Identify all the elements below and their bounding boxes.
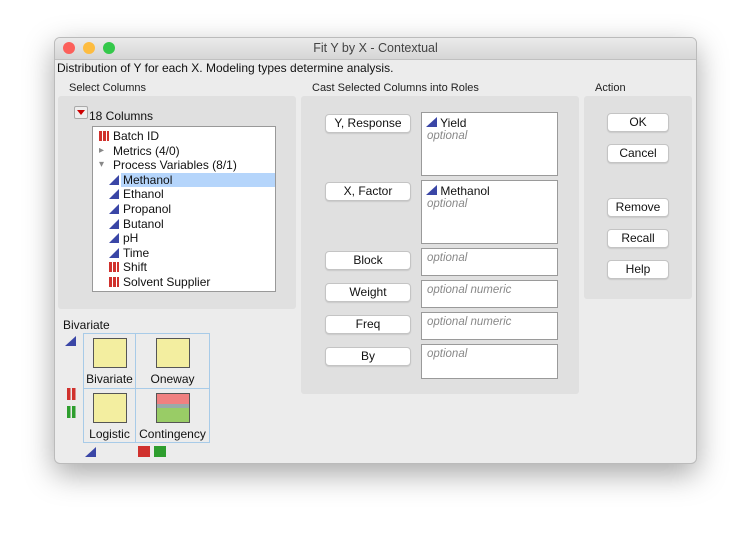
cell-label: Bivariate xyxy=(86,372,133,386)
column-label: Solvent Supplier xyxy=(123,275,211,289)
disclosure-collapsed-icon[interactable]: ▸ xyxy=(99,144,109,156)
ok-button[interactable]: OK xyxy=(607,113,669,132)
continuous-icon xyxy=(426,117,437,127)
nominal-icon xyxy=(109,277,119,287)
role-value-label: Yield xyxy=(440,116,467,130)
action-label: Action xyxy=(595,82,626,94)
recall-button[interactable]: Recall xyxy=(607,229,669,248)
continuous-y-icon xyxy=(65,336,76,346)
zoom-button[interactable] xyxy=(103,42,115,54)
continuous-icon xyxy=(109,233,119,244)
role-drop-box[interactable]: optional numeric xyxy=(421,280,558,308)
disclosure-expanded-icon[interactable]: ▾ xyxy=(99,158,109,170)
select-columns-panel: 18 Columns Batch ID ▸ Metrics (4/0) ▾ Proces… xyxy=(58,96,296,309)
bivariate-cell[interactable]: Bivariate xyxy=(84,334,135,386)
role-drop-box[interactable]: Yield optional xyxy=(421,112,558,176)
column-list-item[interactable]: Butanol xyxy=(93,217,275,231)
role-placeholder: optional numeric xyxy=(427,284,512,296)
column-list[interactable]: Batch ID ▸ Metrics (4/0) ▾ Process Variables… xyxy=(92,126,276,292)
cell-label: Contingency xyxy=(139,427,206,441)
role-placeholder: optional xyxy=(427,198,468,210)
role-drop-box[interactable]: optional numeric xyxy=(421,312,558,340)
column-list-item[interactable]: ▾ Process Variables (8/1) xyxy=(93,158,275,172)
column-label: Ethanol xyxy=(123,187,164,202)
column-label: Batch ID xyxy=(113,129,160,143)
column-list-item[interactable]: ▸ Metrics (4/0) xyxy=(93,144,275,158)
column-list-item[interactable]: pH xyxy=(93,231,275,245)
close-button[interactable] xyxy=(63,42,75,54)
column-list-item[interactable]: Time xyxy=(93,246,275,260)
cast-label: Cast Selected Columns into Roles xyxy=(312,82,479,94)
analysis-label: Bivariate xyxy=(63,318,110,332)
role-placeholder: optional xyxy=(427,130,468,142)
role-drop-box[interactable]: Methanol optional xyxy=(421,180,558,244)
role-drop-box[interactable]: optional xyxy=(421,344,558,379)
bivariate-scatter-icon xyxy=(92,338,127,368)
continuous-icon xyxy=(109,174,119,185)
cancel-button[interactable]: Cancel xyxy=(607,144,669,163)
red-triangle-icon xyxy=(77,110,85,115)
help-button[interactable]: Help xyxy=(607,260,669,279)
cell-label: Logistic xyxy=(89,427,130,441)
column-label: Methanol xyxy=(123,172,173,187)
role-button[interactable]: By xyxy=(325,347,411,366)
continuous-icon xyxy=(109,204,119,214)
column-list-item[interactable]: Methanol xyxy=(93,172,275,187)
ordinal-x-icon xyxy=(154,446,166,457)
continuous-icon xyxy=(426,185,437,195)
oneway-cell[interactable]: Oneway xyxy=(136,334,209,386)
role-placeholder: optional xyxy=(427,252,468,264)
column-list-item[interactable]: Solvent Supplier xyxy=(93,275,275,289)
columns-menu-button[interactable] xyxy=(74,106,88,119)
nominal-x-icon xyxy=(138,446,150,457)
cell-label: Oneway xyxy=(150,372,195,386)
continuous-icon xyxy=(109,189,119,200)
continuous-x-icon xyxy=(85,447,96,457)
logistic-cell[interactable]: Logistic xyxy=(84,389,135,441)
minimize-button[interactable] xyxy=(83,42,95,54)
column-list-item[interactable]: Shift xyxy=(93,260,275,274)
role-placeholder: optional numeric xyxy=(427,316,512,328)
column-list-item[interactable]: Batch ID xyxy=(93,129,275,143)
role-button[interactable]: Freq xyxy=(325,315,411,334)
role-drop-box[interactable]: optional xyxy=(421,248,558,276)
column-label: Process Variables (8/1) xyxy=(113,158,237,173)
ordinal-y-icon xyxy=(67,406,79,418)
column-label: Metrics (4/0) xyxy=(113,143,180,158)
columns-count: 18 Columns xyxy=(89,109,154,123)
role-button[interactable]: Weight xyxy=(325,283,411,302)
column-label: Butanol xyxy=(123,216,164,231)
role-button[interactable]: Y, Response xyxy=(325,114,411,133)
column-label: Propanol xyxy=(123,202,172,216)
contingency-mosaic-icon xyxy=(155,393,190,423)
subtitle: Distribution of Y for each X. Modeling t… xyxy=(57,61,394,75)
contingency-cell[interactable]: Contingency xyxy=(136,389,209,441)
column-list-item[interactable]: Ethanol xyxy=(93,187,275,201)
role-value[interactable]: Methanol xyxy=(426,184,490,198)
role-button[interactable]: Block xyxy=(325,251,411,270)
column-list-item[interactable]: Propanol xyxy=(93,202,275,216)
action-panel: OK Cancel Remove Recall Help xyxy=(584,96,692,299)
column-label: pH xyxy=(123,231,139,246)
analysis-grid: Bivariate Oneway Logistic Contingency xyxy=(83,333,210,443)
nominal-icon xyxy=(109,262,119,273)
oneway-boxplot-icon xyxy=(155,338,190,368)
role-value[interactable]: Yield xyxy=(426,116,466,130)
nominal-icon xyxy=(99,131,109,141)
fit-y-by-x-window: Fit Y by X - Contextual Distribution of … xyxy=(54,37,697,464)
continuous-icon xyxy=(109,218,119,229)
cast-roles-panel: Y, Response Yield optional X, Factor Metha… xyxy=(301,96,579,394)
continuous-icon xyxy=(109,247,119,258)
select-columns-label: Select Columns xyxy=(69,82,147,94)
column-label: Shift xyxy=(123,260,148,275)
remove-button[interactable]: Remove xyxy=(607,198,669,217)
role-value-label: Methanol xyxy=(440,184,490,198)
role-placeholder: optional xyxy=(427,348,468,360)
column-label: Time xyxy=(123,245,150,260)
logistic-curve-icon xyxy=(92,393,127,423)
title-bar: Fit Y by X - Contextual xyxy=(55,38,696,60)
role-button[interactable]: X, Factor xyxy=(325,182,411,201)
nominal-y-icon xyxy=(67,388,79,400)
